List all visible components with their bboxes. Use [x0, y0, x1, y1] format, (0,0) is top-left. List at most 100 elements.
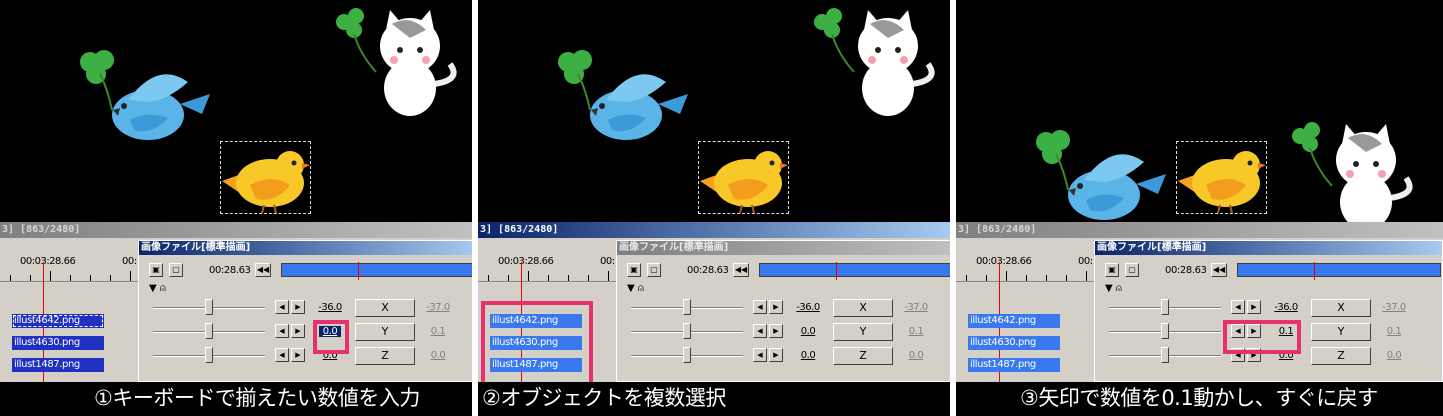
y-value[interactable]: 0.0: [793, 326, 823, 337]
y-axis-button[interactable]: Y: [355, 323, 415, 341]
x-axis-button[interactable]: X: [355, 299, 415, 317]
x-slider-thumb[interactable]: [683, 299, 691, 315]
z-right-value[interactable]: 0.0: [1379, 350, 1409, 361]
layer-object-1[interactable]: illust4642.png: [12, 314, 104, 328]
video-preview: [478, 0, 950, 222]
x-value[interactable]: -36.0: [315, 302, 345, 313]
z-slider-thumb[interactable]: [205, 347, 213, 363]
seek-bar[interactable]: [759, 262, 950, 280]
collapse-icon[interactable]: ▼ ⍝: [149, 283, 166, 294]
timeline-time-label: 00:03:28.66: [20, 256, 76, 267]
timeline-ruler[interactable]: 00:03:28.66 00:: [956, 252, 1094, 282]
z-axis-button[interactable]: Z: [1311, 347, 1371, 365]
panel-step-1: 3] [863/2480] 00:03:28.66 00: illust4642…: [0, 0, 472, 416]
panel-step-3: 3] [863/2480] 00:03:28.66 00: illust4642…: [956, 0, 1443, 416]
camera-icon[interactable]: ▣: [627, 263, 641, 277]
x-left-arrow-icon[interactable]: ◀: [275, 300, 289, 314]
seek-marker: [836, 262, 837, 280]
z-axis-button[interactable]: Z: [355, 347, 415, 365]
y-slider-thumb[interactable]: [1161, 323, 1169, 339]
z-left-arrow-icon[interactable]: ◀: [275, 348, 289, 362]
ruler-tick: [966, 275, 967, 281]
z-right-arrow-icon[interactable]: ▶: [291, 348, 305, 362]
y-right-value[interactable]: 0.1: [1379, 326, 1409, 337]
collapse-icon[interactable]: ▼ ⍝: [627, 283, 644, 294]
blue-bird-illustration: [80, 50, 210, 140]
ruler-tick: [10, 275, 11, 281]
ruler-tick: [488, 275, 489, 281]
ruler-tick: [1066, 275, 1067, 281]
seek-bar[interactable]: [1237, 262, 1441, 280]
video-preview: [956, 0, 1443, 222]
timeline-title: 3] [863/2480]: [478, 222, 950, 238]
x-value[interactable]: -36.0: [1271, 302, 1301, 313]
y-axis-button[interactable]: Y: [833, 323, 893, 341]
cat-illustration: [336, 8, 457, 116]
dialog-time: 00:28.63: [687, 265, 729, 276]
z-slider-thumb[interactable]: [1161, 347, 1169, 363]
seek-marker: [1314, 262, 1315, 280]
x-axis-button[interactable]: X: [833, 299, 893, 317]
z-right-value[interactable]: 0.0: [901, 350, 931, 361]
ruler-tick: [568, 275, 569, 281]
frame-icon[interactable]: ▢: [169, 263, 183, 277]
collapse-icon[interactable]: ▼ ⍝: [1105, 283, 1122, 294]
z-right-arrow-icon[interactable]: ▶: [769, 348, 783, 362]
timeline-title: 3] [863/2480]: [956, 222, 1443, 238]
y-right-arrow-icon[interactable]: ▶: [291, 324, 305, 338]
seek-bar[interactable]: [281, 262, 472, 280]
timeline-time-label-2: 00:: [122, 256, 137, 267]
frame-icon[interactable]: ▢: [1125, 263, 1139, 277]
camera-icon[interactable]: ▣: [149, 263, 163, 277]
ruler-tick: [70, 275, 71, 281]
timeline-time-label-2: 00:: [1078, 256, 1093, 267]
timeline-time-label: 00:03:28.66: [498, 256, 554, 267]
layer-object-1[interactable]: illust4642.png: [968, 314, 1060, 328]
x-left-arrow-icon[interactable]: ◀: [753, 300, 767, 314]
x-left-arrow-icon[interactable]: ◀: [1231, 300, 1245, 314]
z-axis-button[interactable]: Z: [833, 347, 893, 365]
layer-object-3[interactable]: illust1487.png: [12, 358, 104, 372]
rewind-icon[interactable]: ◀◀: [255, 263, 271, 277]
x-axis-button[interactable]: X: [1311, 299, 1371, 317]
video-preview: [0, 0, 472, 222]
layer-object-2[interactable]: illust4630.png: [12, 336, 104, 350]
x-right-arrow-icon[interactable]: ▶: [291, 300, 305, 314]
y-left-arrow-icon[interactable]: ◀: [275, 324, 289, 338]
z-slider-thumb[interactable]: [683, 347, 691, 363]
x-right-value[interactable]: -37.0: [1379, 302, 1409, 313]
timeline-ruler[interactable]: 00:03:28.66 00:: [0, 252, 138, 282]
z-right-value[interactable]: 0.0: [423, 350, 453, 361]
ruler-tick: [1026, 275, 1027, 281]
y-right-arrow-icon[interactable]: ▶: [769, 324, 783, 338]
ruler-tick: [110, 275, 111, 281]
x-right-value[interactable]: -37.0: [423, 302, 453, 313]
x-slider-thumb[interactable]: [205, 299, 213, 315]
x-right-arrow-icon[interactable]: ▶: [1247, 300, 1261, 314]
z-value[interactable]: 0.0: [793, 350, 823, 361]
ruler-tick: [508, 275, 509, 281]
layer-object-2[interactable]: illust4630.png: [968, 336, 1060, 350]
timeline-ruler[interactable]: 00:03:28.66 00:: [478, 252, 616, 282]
x-right-arrow-icon[interactable]: ▶: [769, 300, 783, 314]
y-slider-thumb[interactable]: [205, 323, 213, 339]
x-slider-thumb[interactable]: [1161, 299, 1169, 315]
yellow-bird-illustration[interactable]: [1176, 141, 1267, 214]
frame-icon[interactable]: ▢: [647, 263, 661, 277]
x-right-value[interactable]: -37.0: [901, 302, 931, 313]
layer-object-3[interactable]: illust1487.png: [968, 358, 1060, 372]
rewind-icon[interactable]: ◀◀: [1211, 263, 1227, 277]
y-axis-button[interactable]: Y: [1311, 323, 1371, 341]
y-left-arrow-icon[interactable]: ◀: [753, 324, 767, 338]
y-right-value[interactable]: 0.1: [423, 326, 453, 337]
blue-bird-illustration: [1036, 130, 1166, 220]
yellow-bird-illustration[interactable]: [220, 141, 311, 214]
yellow-bird-illustration[interactable]: [698, 141, 789, 214]
rewind-icon[interactable]: ◀◀: [733, 263, 749, 277]
x-value[interactable]: -36.0: [793, 302, 823, 313]
camera-icon[interactable]: ▣: [1105, 263, 1119, 277]
z-left-arrow-icon[interactable]: ◀: [753, 348, 767, 362]
y-slider-thumb[interactable]: [683, 323, 691, 339]
dialog-time: 00:28.63: [209, 265, 251, 276]
y-right-value[interactable]: 0.1: [901, 326, 931, 337]
